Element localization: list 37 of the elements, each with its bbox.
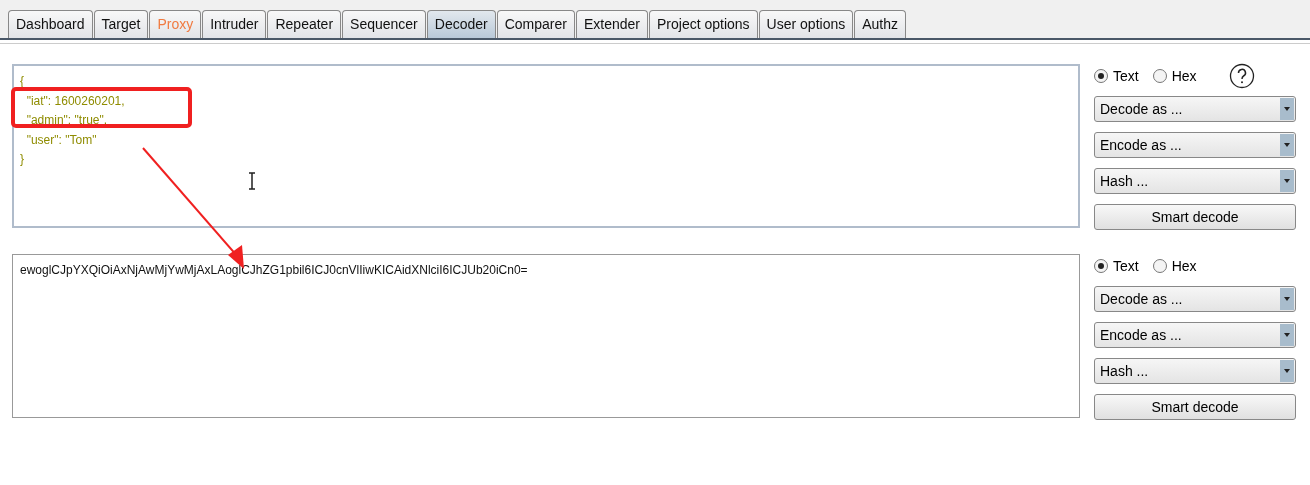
tab[interactable]: Authz — [854, 10, 906, 38]
caret-icon — [1280, 170, 1294, 192]
radio-option[interactable]: Hex — [1152, 68, 1197, 84]
dropdown[interactable]: Decode as ... — [1094, 96, 1296, 122]
dropdown[interactable]: Encode as ... — [1094, 132, 1296, 158]
tab[interactable]: Project options — [649, 10, 758, 38]
tab[interactable]: Target — [93, 10, 149, 38]
tab[interactable]: Comparer — [496, 10, 575, 38]
help-icon[interactable] — [1228, 63, 1255, 89]
tab[interactable]: Sequencer — [342, 10, 426, 38]
tab[interactable]: Intruder — [202, 10, 267, 38]
caret-icon — [1280, 324, 1294, 346]
radio-option[interactable]: Text — [1094, 258, 1139, 274]
radio-option[interactable]: Text — [1094, 68, 1139, 84]
tab[interactable]: User options — [758, 10, 854, 38]
dropdown[interactable]: Encode as ... — [1094, 322, 1296, 348]
text-cursor-icon — [248, 172, 256, 190]
radio-option[interactable]: Hex — [1152, 258, 1197, 274]
tab[interactable]: Extender — [575, 10, 648, 38]
smart-decode-button[interactable]: Smart decode — [1094, 204, 1296, 230]
editor-line: ewoglCJpYXQiOiAxNjAwMjYwMjAxLAoglCJhZG1pbil6ICJ0cnVlIiwKICAidXNlciI6ICJUb20iCn0= — [20, 262, 529, 279]
caret-icon — [1280, 360, 1294, 382]
editor-line: "iat": 1600260201, — [25, 92, 126, 110]
text-editor[interactable]: ewoglCJpYXQiOiAxNjAwMjYwMjAxLAoglCJhZG1pbil6ICJ0cnVlIiwKICAidXNlciI6ICJUb20iCn0= — [12, 254, 1080, 418]
tab[interactable]: Dashboard — [8, 10, 93, 38]
dropdown[interactable]: Hash ... — [1094, 358, 1296, 384]
caret-icon — [1280, 288, 1294, 310]
tab[interactable]: Decoder — [426, 10, 496, 38]
editor-line: "user": "Tom" — [25, 131, 98, 149]
caret-icon — [1280, 134, 1294, 156]
smart-decode-button[interactable]: Smart decode — [1094, 394, 1296, 420]
dropdown[interactable]: Hash ... — [1094, 168, 1296, 194]
editor-line: } — [20, 151, 25, 168]
caret-icon — [1280, 98, 1294, 120]
editor-line: "admin": "true", — [25, 112, 109, 129]
dropdown[interactable]: Decode as ... — [1094, 286, 1296, 312]
tab[interactable]: Repeater — [267, 10, 342, 38]
